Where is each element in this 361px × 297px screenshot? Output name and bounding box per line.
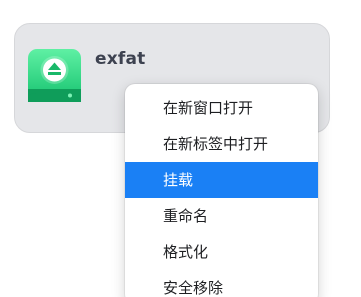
eject-drive-icon[interactable]: [28, 49, 81, 102]
menu-item-open-in-new-window[interactable]: 在新窗口打开: [125, 90, 318, 126]
menu-item-mount[interactable]: 挂载: [125, 162, 318, 198]
menu-item-rename[interactable]: 重命名: [125, 198, 318, 234]
context-menu: 在新窗口打开 在新标签中打开 挂载 重命名 格式化 安全移除: [125, 84, 318, 297]
menu-item-format[interactable]: 格式化: [125, 234, 318, 270]
drive-name: exfat: [95, 49, 146, 69]
menu-item-open-in-new-tab[interactable]: 在新标签中打开: [125, 126, 318, 162]
menu-item-safely-remove[interactable]: 安全移除: [125, 270, 318, 297]
desktop-view: exfat 在新窗口打开 在新标签中打开 挂载 重命名 格式化 安全移除: [0, 0, 361, 297]
